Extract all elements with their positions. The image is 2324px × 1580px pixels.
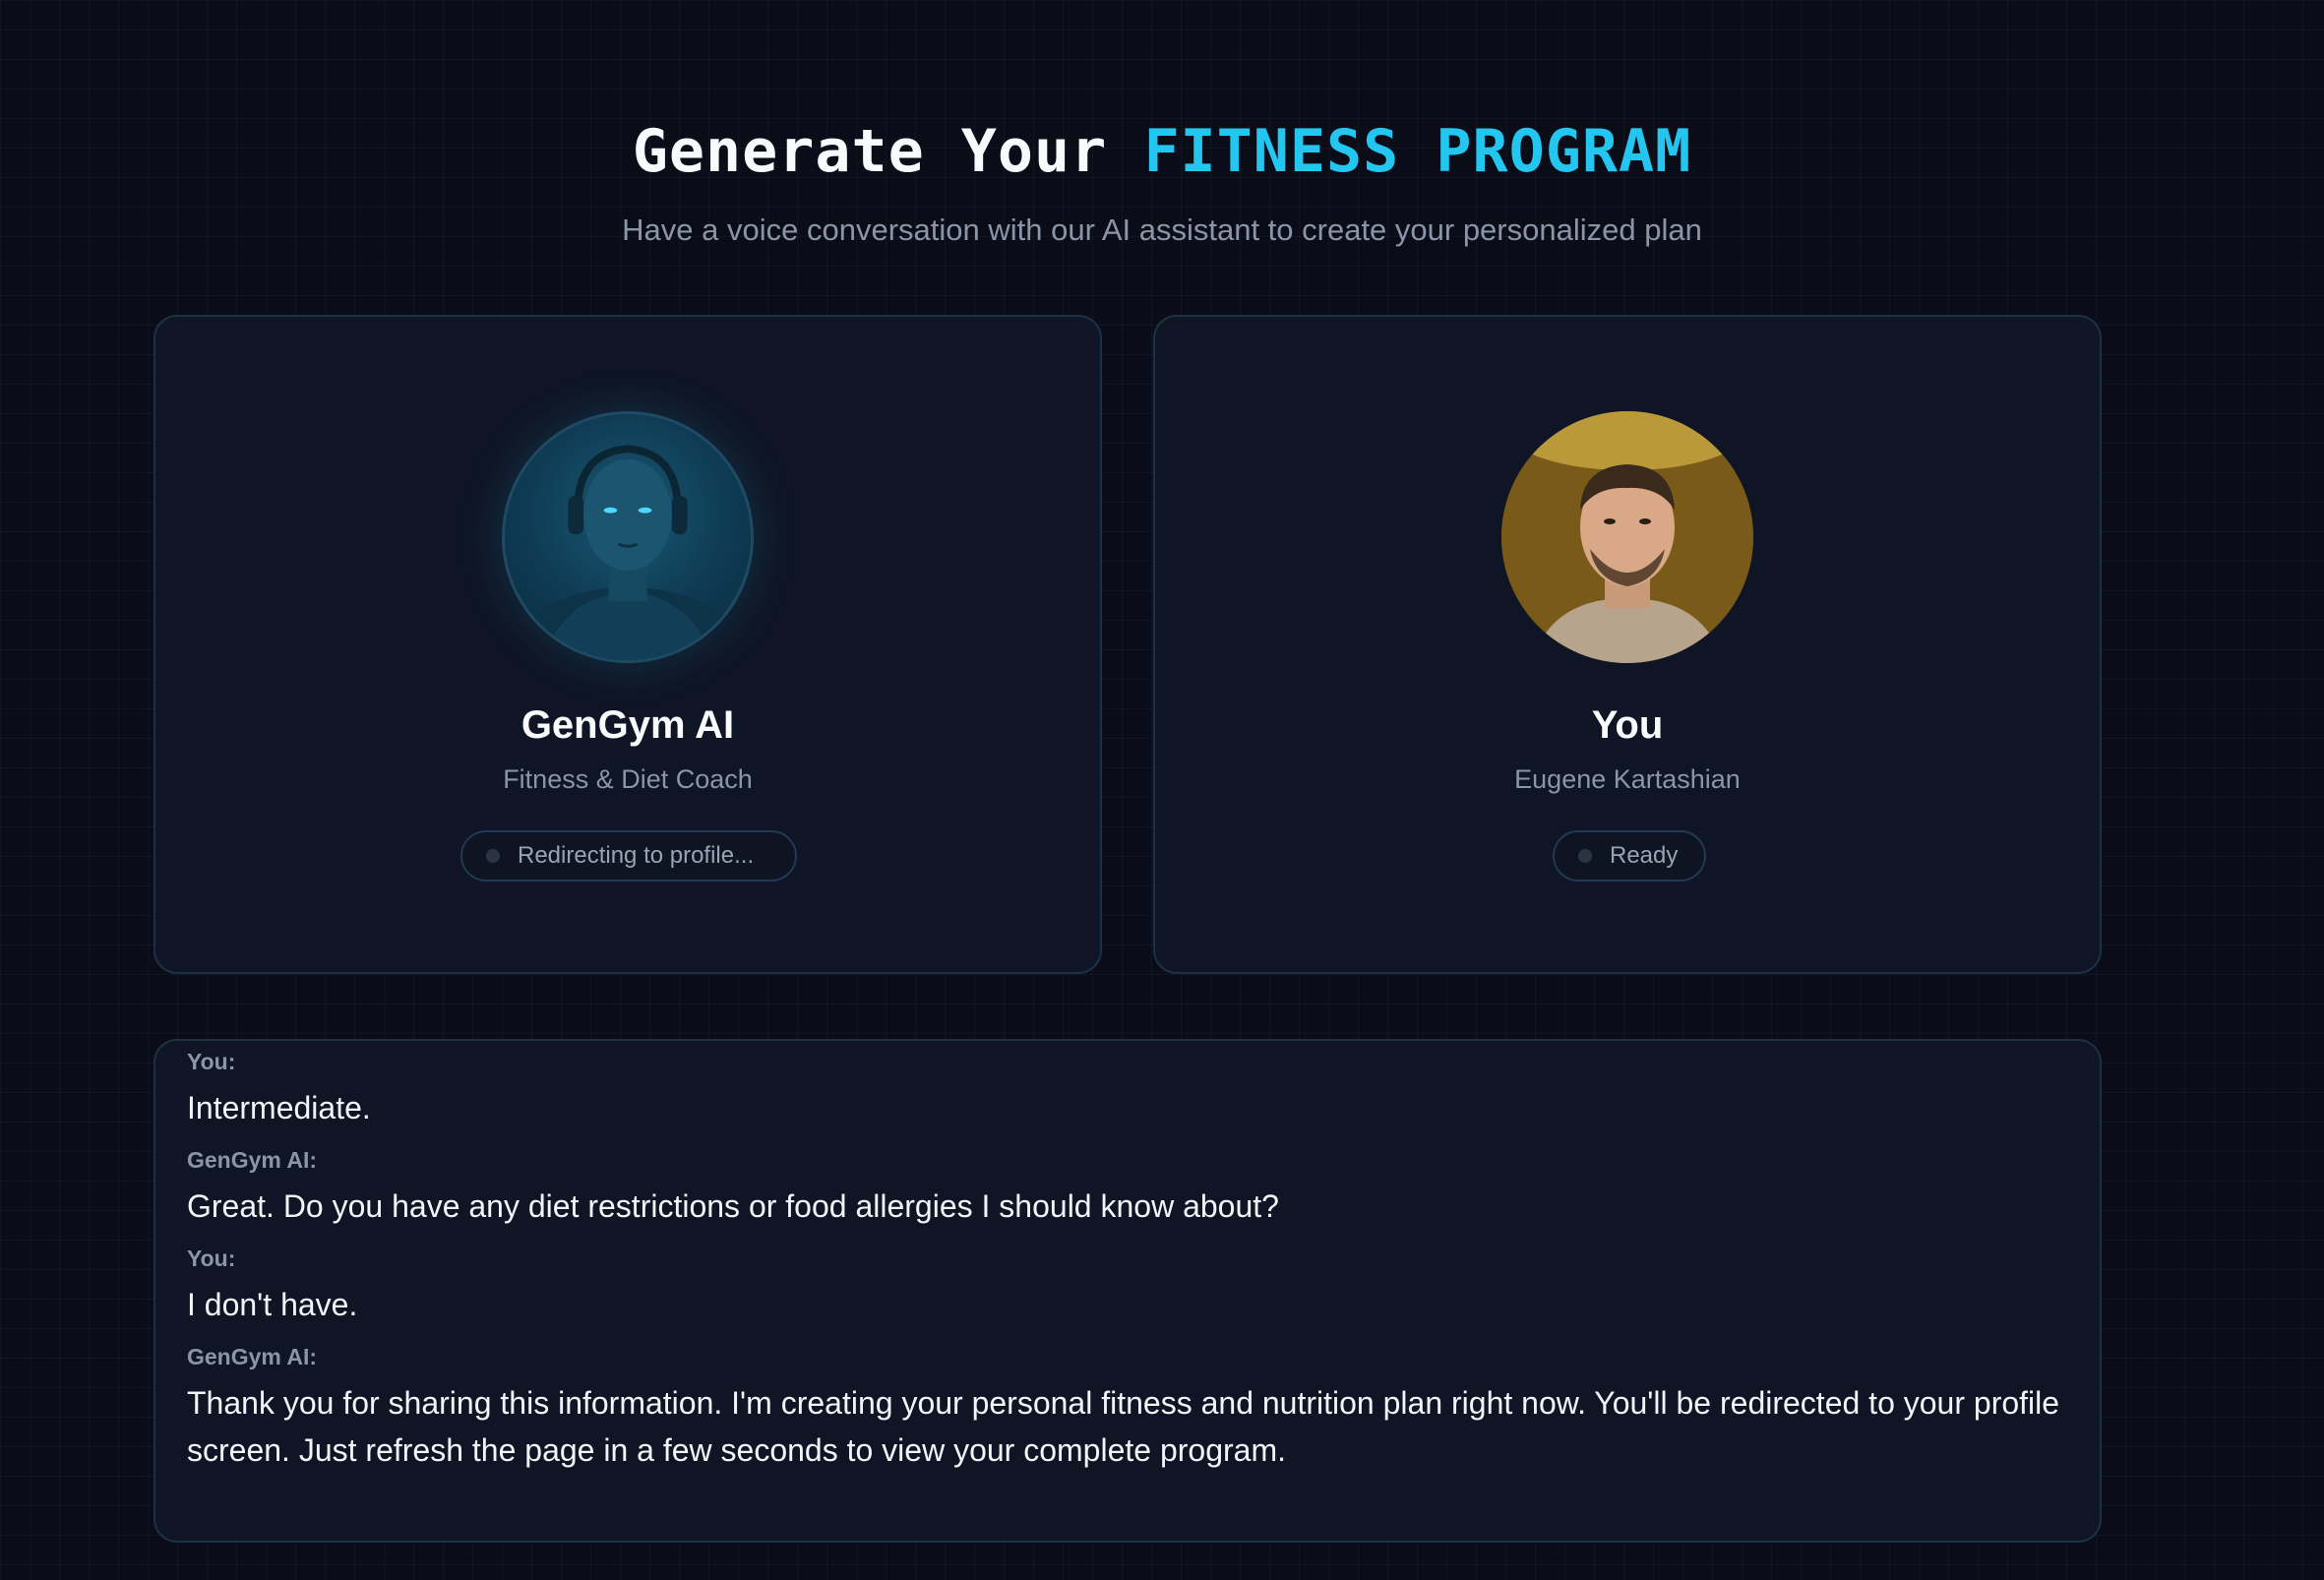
- message-text: Intermediate.: [187, 1090, 371, 1125]
- page-subtitle: Have a voice conversation with our AI as…: [622, 213, 1702, 247]
- user-name-label: You: [1591, 703, 1664, 747]
- page-title: Generate Your FITNESS PROGRAM: [0, 116, 2324, 187]
- message-text: Great. Do you have any diet restrictions…: [187, 1188, 1279, 1224]
- message-speaker: You:: [187, 1049, 236, 1074]
- ai-status-badge: Redirecting to profile...: [460, 830, 797, 881]
- ai-avatar: [502, 411, 754, 663]
- title-prefix: Generate Your: [632, 117, 1108, 186]
- conversation-transcript[interactable]: You: Intermediate. GenGym AI: Great. Do …: [153, 1039, 2102, 1543]
- ai-role: Fitness & Diet Coach: [503, 764, 753, 794]
- ai-assistant-card: GenGym AI Fitness & Diet Coach Redirecti…: [153, 315, 1102, 974]
- user-status-text: Ready: [1610, 842, 1679, 869]
- user-card: You Eugene Kartashian Ready: [1153, 315, 2102, 974]
- status-dot-icon: [1578, 849, 1592, 863]
- message-speaker: GenGym AI:: [187, 1344, 318, 1369]
- message-speaker: You:: [187, 1246, 236, 1271]
- user-photo-icon: [1501, 411, 1753, 663]
- message-speaker: GenGym AI:: [187, 1147, 318, 1173]
- message-text: I don't have.: [187, 1287, 358, 1322]
- transcript-message: You: I don't have.: [187, 1244, 2068, 1328]
- user-status-badge: Ready: [1553, 830, 1706, 881]
- user-full-name: Eugene Kartashian: [1514, 764, 1741, 794]
- title-accent: FITNESS PROGRAM: [1143, 117, 1692, 186]
- transcript-message: GenGym AI: Great. Do you have any diet r…: [187, 1145, 2068, 1230]
- transcript-message: You: Intermediate.: [187, 1047, 2068, 1131]
- transcript-message: GenGym AI: Thank you for sharing this in…: [187, 1342, 2068, 1474]
- ai-coach-avatar-icon: [512, 445, 744, 660]
- ai-name: GenGym AI: [520, 703, 735, 747]
- message-text: Thank you for sharing this information. …: [187, 1385, 2060, 1468]
- ai-status-text: Redirecting to profile...: [518, 842, 755, 869]
- user-avatar: [1501, 411, 1753, 663]
- status-dot-icon: [486, 849, 500, 863]
